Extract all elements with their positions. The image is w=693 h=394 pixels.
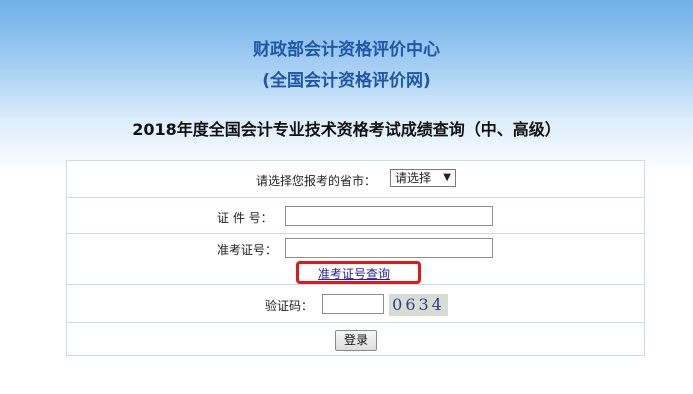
highlight-box [296,261,421,284]
province-select[interactable]: 请选择 ▼ [390,169,456,187]
site-title: 财政部会计资格评价中心 [253,40,440,60]
captcha-image[interactable]: 0634 [389,294,448,316]
province-label: 请选择您报考的省市： [256,174,377,188]
ticket-label: 准考证号： [217,243,278,257]
captcha-row: 验证码： 0634 [67,285,644,323]
ticket-number-input[interactable] [285,238,493,258]
site-subtitle: (全国会计资格评价网) [262,71,431,91]
province-select-value: 请选择 [395,171,432,185]
page-title: 2018年度全国会计专业技术资格考试成绩查询（中、高级） [132,120,561,139]
dropdown-arrow-icon: ▼ [443,172,451,183]
captcha-input[interactable] [322,294,384,314]
province-row: 请选择您报考的省市： 请选择 ▼ [67,161,644,198]
id-row: 证 件 号： [67,198,644,234]
login-button[interactable]: 登录 [335,330,377,351]
id-label: 证 件 号： [217,211,273,225]
ticket-row: 准考证号： 准考证号查询 [67,234,644,285]
query-form: 请选择您报考的省市： 请选择 ▼ 证 件 号： 准考证号： 准考证号查询 验证码… [66,160,645,356]
captcha-label: 验证码： [265,299,314,313]
id-number-input[interactable] [285,206,493,226]
submit-row: 登录 [67,323,644,357]
